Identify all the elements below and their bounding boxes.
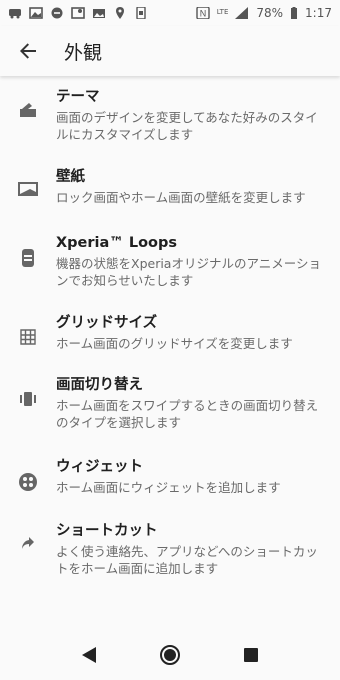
car-notification-icon: [9, 9, 21, 19]
svg-text:N: N: [199, 9, 206, 19]
item-desc: よく使う連絡先、アプリなどへのショートカットをホーム画面に追加します: [56, 544, 318, 576]
page-title: 外観: [64, 41, 103, 64]
grid-icon: [20, 329, 36, 345]
app-bar: 外観: [0, 26, 340, 76]
nfc-icon: N: [196, 7, 210, 19]
item-title: グリッドサイズ: [56, 315, 158, 331]
navigation-bar: [0, 630, 340, 680]
shortcut-icon: [22, 537, 34, 549]
notification-icons: [8, 7, 148, 19]
item-desc: ロック画面やホーム画面の壁紙を変更します: [56, 190, 306, 205]
system-icons: N LTE 78% 1:17: [196, 6, 332, 20]
item-desc: 機器の状態をXperiaオリジナルのアニメーションでお知らせいたします: [56, 256, 321, 288]
image-notification-icon: [29, 7, 43, 19]
photo-icon: [93, 9, 105, 18]
shortcut-item[interactable]: ショートカット よく使う連絡先、アプリなどへのショートカットをホーム画面に追加し…: [0, 510, 340, 590]
battery-percent: 78%: [256, 6, 284, 20]
dnd-icon: [51, 7, 63, 19]
location-icon: [116, 7, 124, 19]
item-desc: ホーム画面をスワイプするときの画面切り替えのタイプを選択します: [56, 398, 319, 430]
theme-item[interactable]: テーマ 画面のデザインを変更してあなた好みのスタイルにカスタマイズします: [0, 76, 340, 156]
screenshot-icon: [136, 7, 146, 19]
wallpaper-icon: [18, 182, 38, 196]
lte-label: LTE: [216, 8, 229, 16]
map-icon: [71, 7, 85, 19]
battery-icon: [291, 7, 298, 19]
status-bar: N LTE 78% 1:17: [0, 0, 340, 26]
clock: 1:17: [305, 6, 332, 20]
item-title: ショートカット: [56, 523, 158, 539]
settings-list: テーマ 画面のデザインを変更してあなた好みのスタイルにカスタマイズします 壁紙 …: [0, 76, 340, 590]
item-title: ウィジェット: [56, 459, 143, 475]
back-button[interactable]: [0, 26, 56, 76]
nav-recents-button[interactable]: [231, 635, 271, 675]
item-title: 壁紙: [56, 169, 85, 185]
item-title: 画面切り替え: [56, 377, 143, 393]
item-desc: ホーム画面にウィジェットを追加します: [56, 480, 281, 495]
xperia-loops-item[interactable]: Xperia™ Loops 機器の状態をXperiaオリジナルのアニメーションで…: [0, 222, 340, 302]
xperia-loops-icon: [22, 249, 34, 267]
signal-icon: [235, 7, 249, 19]
widget-icon: [19, 473, 37, 491]
screen-switch-item[interactable]: 画面切り替え ホーム画面をスワイプするときの画面切り替えのタイプを選択します: [0, 364, 340, 446]
wallpaper-item[interactable]: 壁紙 ロック画面やホーム画面の壁紙を変更します: [0, 156, 340, 222]
theme-icon: [20, 103, 36, 117]
nav-home-button[interactable]: [150, 635, 190, 675]
screen-switch-icon: [20, 392, 36, 406]
recents-nav-icon: [244, 648, 259, 662]
back-nav-icon: [81, 647, 96, 663]
arrow-back-icon: [20, 43, 36, 59]
nav-back-button[interactable]: [69, 635, 109, 675]
item-title: Xperia™ Loops: [56, 235, 178, 251]
item-title: テーマ: [56, 89, 100, 105]
widget-item[interactable]: ウィジェット ホーム画面にウィジェットを追加します: [0, 446, 340, 510]
grid-size-item[interactable]: グリッドサイズ ホーム画面のグリッドサイズを変更します: [0, 302, 340, 364]
item-desc: 画面のデザインを変更してあなた好みのスタイルにカスタマイズします: [56, 110, 318, 142]
home-nav-icon: [159, 645, 180, 665]
item-desc: ホーム画面のグリッドサイズを変更します: [56, 336, 293, 351]
